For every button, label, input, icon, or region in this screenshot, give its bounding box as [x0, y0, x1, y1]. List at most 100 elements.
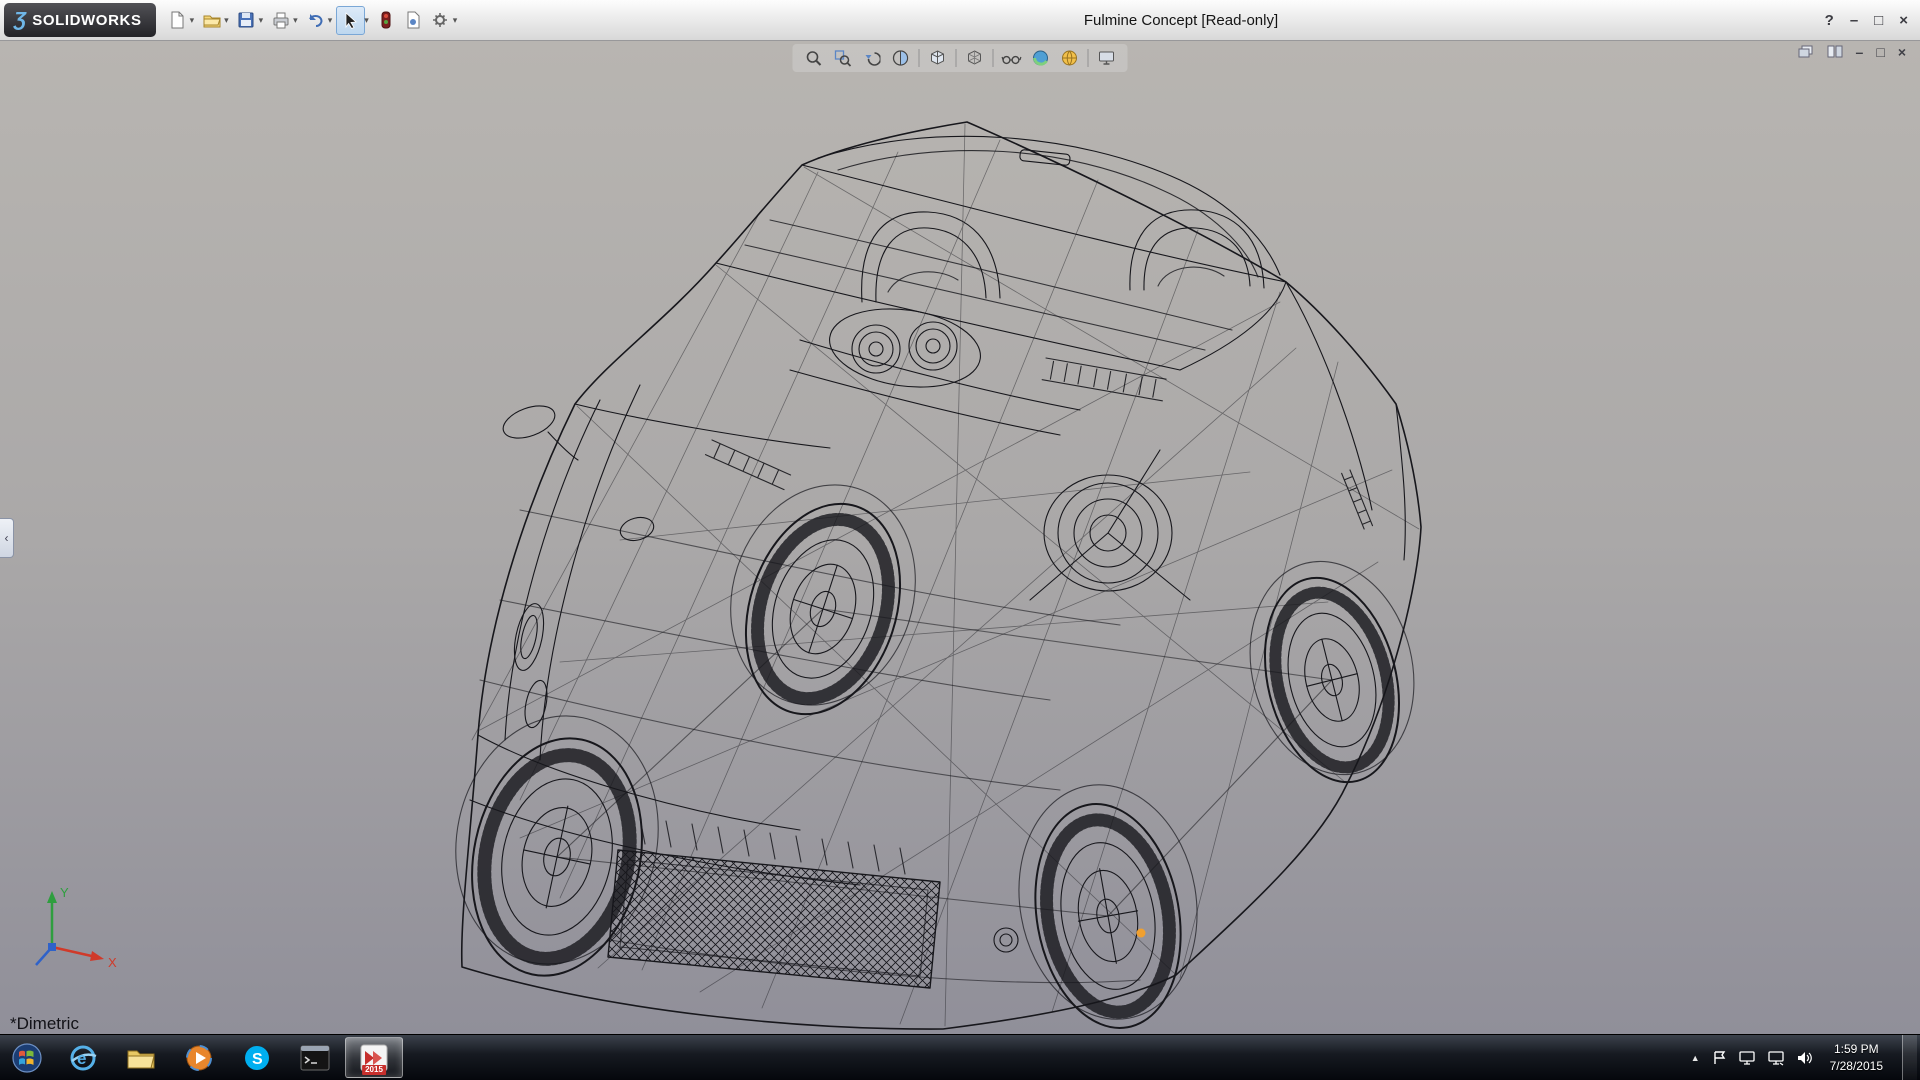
print-caret[interactable]: ▾ [293, 15, 298, 26]
options-caret[interactable]: ▾ [453, 15, 458, 26]
wheel-rear-left [720, 484, 926, 735]
undo-button[interactable] [302, 7, 329, 34]
windows-taskbar: e S 2015 ▲ [0, 1034, 1920, 1080]
zoom-to-fit-icon [805, 49, 823, 67]
triad-x-label: X [108, 955, 117, 970]
new-document-caret[interactable]: ▾ [190, 15, 195, 26]
taskbar-solidworks[interactable]: 2015 [345, 1037, 403, 1078]
hide-show-items-button[interactable] [1001, 47, 1023, 69]
file-properties-icon [403, 10, 423, 30]
cascade-windows-icon[interactable] [1798, 45, 1814, 59]
open-button[interactable] [198, 7, 225, 34]
doc-close-button[interactable]: × [1898, 44, 1906, 60]
tile-windows-icon[interactable] [1827, 45, 1843, 59]
skype-icon: S [242, 1043, 272, 1073]
reference-triad: Y X [24, 877, 124, 977]
origin-marker [1137, 929, 1146, 938]
clock-time: 1:59 PM [1830, 1041, 1883, 1057]
taskbar-media-player[interactable] [171, 1038, 227, 1077]
toolbar-separator [956, 49, 957, 67]
folder-icon [126, 1045, 156, 1071]
media-player-icon [184, 1043, 214, 1073]
clock-date: 7/28/2015 [1830, 1058, 1883, 1074]
svg-text:S: S [252, 1051, 263, 1068]
heads-up-view-toolbar [793, 44, 1128, 72]
view-orientation-cube-icon [929, 49, 947, 67]
solidworks-year-badge: 2015 [362, 1065, 386, 1075]
action-center-flag-icon[interactable] [1711, 1050, 1727, 1066]
edit-appearance-button[interactable] [1030, 47, 1052, 69]
select-cursor-icon [342, 11, 360, 29]
doc-restore-button[interactable]: □ [1876, 44, 1884, 60]
solidworks-logo-text: SOLIDWORKS [32, 12, 141, 29]
view-orientation-button[interactable] [927, 47, 949, 69]
options-button[interactable] [427, 7, 454, 34]
save-floppy-icon [236, 10, 256, 30]
help-button[interactable]: ? [1825, 12, 1834, 29]
zoom-to-fit-button[interactable] [803, 47, 825, 69]
window-title: Fulmine Concept [Read-only] [1084, 0, 1278, 40]
dassault-3ds-icon: Ʒ [14, 9, 26, 32]
open-caret[interactable]: ▾ [224, 15, 229, 26]
system-tray: ▲ 1:59 PM 7/28/2015 [1691, 1035, 1920, 1080]
taskbar-skype[interactable]: S [229, 1038, 285, 1077]
app-minimize-button[interactable]: – [1850, 12, 1858, 29]
section-view-button[interactable] [890, 47, 912, 69]
toolbar-separator [993, 49, 994, 67]
display-style-icon [966, 49, 984, 67]
view-orientation-label: *Dimetric [10, 1014, 79, 1034]
taskbar-internet-explorer[interactable]: e [55, 1038, 111, 1077]
car-wireframe-model [0, 40, 1920, 1035]
internet-explorer-icon: e [68, 1043, 98, 1073]
graphics-viewport[interactable]: – □ × ‹ Y X *Dimetric [0, 40, 1920, 1035]
save-button[interactable] [233, 7, 260, 34]
taskbar-windows-explorer[interactable] [113, 1038, 169, 1077]
select-button[interactable] [336, 6, 365, 35]
eyeglasses-icon [1002, 49, 1022, 67]
file-properties-button[interactable] [400, 7, 427, 34]
wheel-rear-right [1245, 564, 1420, 797]
start-button[interactable] [0, 1035, 54, 1080]
select-caret[interactable]: ▾ [364, 15, 369, 26]
new-document-icon [167, 10, 187, 30]
undo-caret[interactable]: ▾ [328, 15, 333, 26]
command-prompt-icon [300, 1045, 330, 1071]
view-settings-button[interactable] [1096, 47, 1118, 69]
menu-bar: Ʒ SOLIDWORKS ▾ ▾ ▾ ▾ ▾ ▾ ▾ Fulmine Conce… [0, 0, 1920, 41]
undo-arrow-icon [305, 10, 325, 30]
section-view-icon [892, 49, 910, 67]
volume-icon[interactable] [1796, 1050, 1813, 1066]
taskbar-command-prompt[interactable] [287, 1038, 343, 1077]
app-maximize-button[interactable]: □ [1874, 12, 1883, 29]
windows-orb-icon [11, 1042, 43, 1074]
previous-view-button[interactable] [861, 47, 883, 69]
taskbar-clock[interactable]: 1:59 PM 7/28/2015 [1830, 1041, 1883, 1073]
show-desktop-button[interactable] [1902, 1035, 1917, 1080]
device-icon[interactable] [1738, 1050, 1756, 1066]
new-document-button[interactable] [164, 7, 191, 34]
doc-minimize-button[interactable]: – [1856, 44, 1864, 60]
print-button[interactable] [267, 7, 294, 34]
edit-appearance-ball-icon [1032, 49, 1050, 67]
rebuild-button[interactable] [373, 7, 400, 34]
triad-y-label: Y [60, 885, 69, 900]
solidworks-logo: Ʒ SOLIDWORKS [4, 3, 156, 37]
save-caret[interactable]: ▾ [259, 15, 264, 26]
feature-manager-collapsed-tab[interactable]: ‹ [0, 518, 14, 558]
open-folder-icon [202, 10, 222, 30]
display-style-button[interactable] [964, 47, 986, 69]
show-hidden-icons-button[interactable]: ▲ [1691, 1053, 1700, 1063]
apply-scene-button[interactable] [1059, 47, 1081, 69]
app-close-button[interactable]: × [1899, 12, 1908, 29]
document-window-controls: – □ × [1798, 44, 1906, 60]
svg-text:e: e [77, 1049, 86, 1068]
options-gear-icon [430, 10, 450, 30]
toolbar-separator [919, 49, 920, 67]
printer-icon [271, 10, 291, 30]
zoom-to-area-button[interactable] [832, 47, 854, 69]
toolbar-separator [1088, 49, 1089, 67]
previous-view-icon [863, 49, 881, 67]
apply-scene-globe-icon [1061, 49, 1079, 67]
network-icon[interactable] [1767, 1050, 1785, 1066]
zoom-to-area-icon [834, 49, 852, 67]
